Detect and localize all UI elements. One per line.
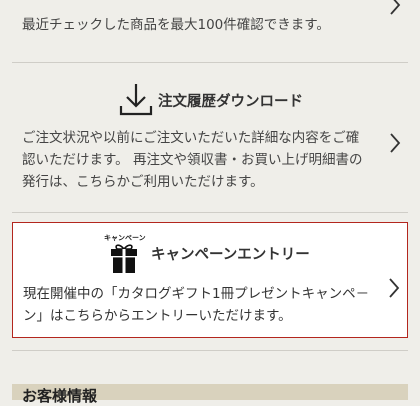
- campaign-entry-title: キャンペーンエントリー: [151, 247, 310, 263]
- customer-info-title: お客様情報: [22, 387, 98, 405]
- divider: [12, 212, 408, 213]
- recent-items-description: 最近チェックした商品を最大100件確認できます。: [22, 17, 330, 33]
- order-history-description-3: 発行は、こちらかご利用いただけます。: [22, 174, 264, 190]
- chevron-right-icon: [387, 277, 401, 299]
- campaign-description-2: ン」はこちらからエントリーいただけます。: [23, 308, 292, 324]
- order-history-description-1: ご注文状況や以前にご注文いただいた詳細な内容をご確: [22, 130, 360, 146]
- campaign-description-1: 現在開催中の「カタログギフト1冊プレゼントキャンペ－: [23, 286, 370, 302]
- order-history-download-title: 注文履歴ダウンロード: [158, 94, 303, 110]
- gift-icon: キャンペーン: [104, 233, 146, 275]
- download-icon: [116, 80, 156, 120]
- customer-info-section-header: お客様情報: [12, 384, 408, 405]
- recent-items-card[interactable]: 最近チェックした商品を最大100件確認できます。: [12, 0, 408, 60]
- chevron-right-icon: [388, 132, 402, 154]
- order-history-download-card[interactable]: 注文履歴ダウンロード ご注文状況や以前にご注文いただいた詳細な内容をご確 認いた…: [12, 62, 408, 190]
- campaign-entry-card[interactable]: キャンペーン キャンペーンエントリー 現在開催中の「カタログギフト1冊プレゼント…: [12, 222, 408, 338]
- order-history-description-2: 認いただけます。 再注文や領収書・お買い上げ明細書の: [22, 152, 363, 168]
- chevron-right-icon: [388, 0, 402, 16]
- divider: [12, 350, 408, 351]
